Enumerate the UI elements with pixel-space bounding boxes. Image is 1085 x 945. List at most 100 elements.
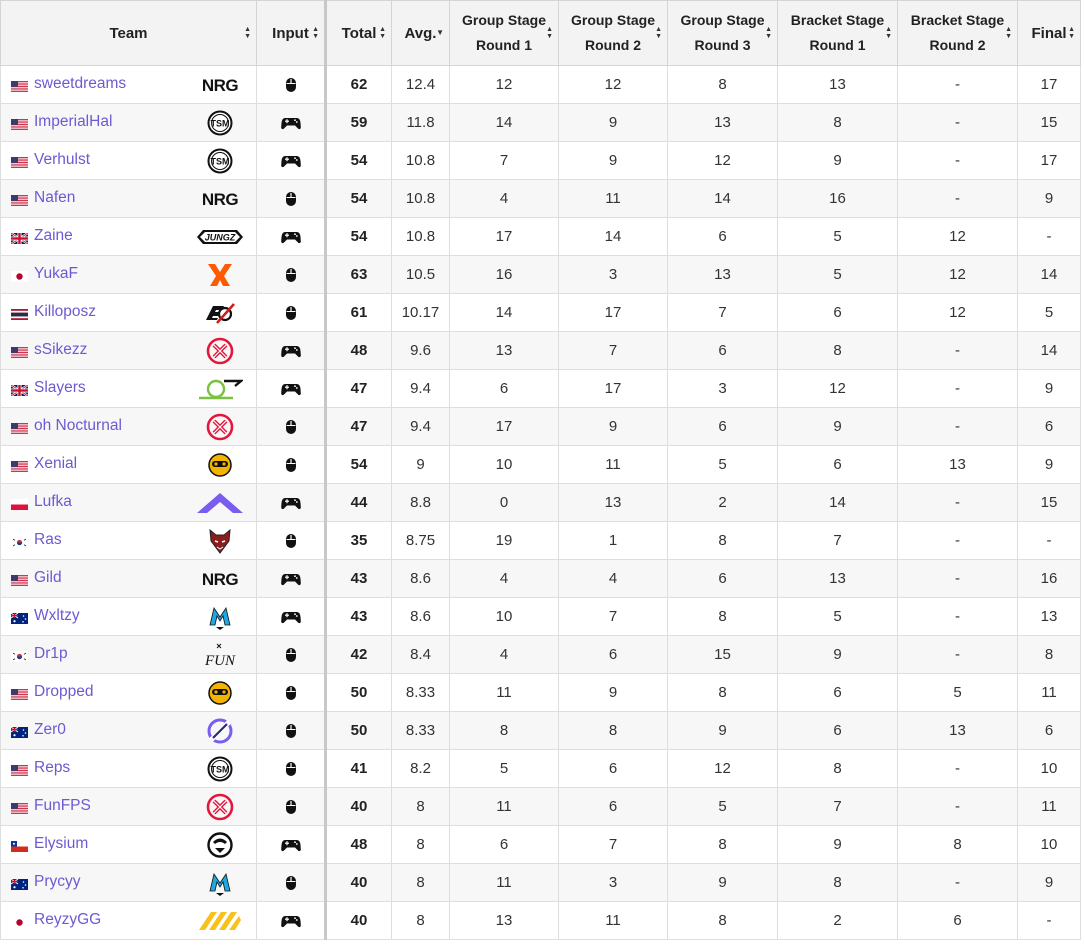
tsm-logo[interactable]: TSM: [194, 148, 246, 174]
fnatic-logo[interactable]: [194, 262, 246, 288]
column-header-gs3[interactable]: Group Stage Round 3 ▲ ▼: [667, 0, 778, 66]
xset-logo[interactable]: [194, 337, 246, 364]
column-header-bs2[interactable]: Bracket Stage Round 2 ▲ ▼: [897, 0, 1018, 66]
tsm-logo[interactable]: TSM: [194, 756, 246, 782]
sort-icon[interactable]: ▲ ▼: [312, 26, 319, 40]
player-link[interactable]: oh Nocturnal: [34, 418, 122, 435]
gs1-cell: 6: [449, 825, 559, 864]
bs1-cell: 8: [777, 863, 898, 902]
sort-desc-icon[interactable]: ▼: [436, 29, 444, 37]
sort-icon[interactable]: ▲ ▼: [885, 26, 892, 40]
sort-icon[interactable]: ▲ ▼: [765, 26, 772, 40]
xset-logo[interactable]: [194, 413, 246, 440]
player-link[interactable]: Gild: [34, 570, 62, 587]
player-link[interactable]: ReyzyGG: [34, 912, 101, 929]
total-cell: 54: [325, 445, 392, 484]
ignis-logo[interactable]: [194, 908, 246, 934]
svg-text:NRG: NRG: [202, 76, 239, 95]
player-link[interactable]: Dropped: [34, 684, 93, 701]
input-cell: [256, 521, 327, 560]
player-link[interactable]: Lufka: [34, 494, 72, 511]
column-header-avg[interactable]: Avg. ▼: [391, 0, 450, 66]
table-row: Slayers 47 9.4 6 17 3 12-9: [0, 369, 1081, 408]
column-header-final[interactable]: Final ▲ ▼: [1017, 0, 1081, 66]
player-link[interactable]: sweetdreams: [34, 76, 126, 93]
alliance-logo[interactable]: [194, 490, 246, 516]
bs1-cell: 2: [777, 901, 898, 940]
column-header-gs1[interactable]: Group Stage Round 1 ▲ ▼: [449, 0, 559, 66]
sort-icon[interactable]: ▲ ▼: [1005, 26, 1012, 40]
mindfreak-logo[interactable]: [194, 604, 246, 630]
player-link[interactable]: Slayers: [34, 380, 86, 397]
player-link[interactable]: ImperialHal: [34, 114, 112, 131]
nrg-logo[interactable]: NRG: [194, 186, 246, 212]
spacestation-logo[interactable]: [194, 452, 246, 478]
nrg-logo[interactable]: NRG: [194, 566, 246, 592]
player-link[interactable]: sSikezz: [34, 342, 87, 359]
bs2-cell: 12: [897, 293, 1018, 332]
player-link[interactable]: Verhulst: [34, 152, 90, 169]
sort-icon[interactable]: ▲ ▼: [655, 26, 662, 40]
player-link[interactable]: YukaF: [34, 266, 78, 283]
player-link[interactable]: Zaine: [34, 228, 73, 245]
fun-logo[interactable]: FUN: [194, 642, 246, 668]
gs2-cell: 9: [558, 673, 668, 712]
team-cell: ImperialHal TSM: [0, 103, 257, 142]
final-cell: 6: [1017, 711, 1081, 750]
exo-logo[interactable]: [194, 300, 246, 326]
player-link[interactable]: Elysium: [34, 836, 88, 853]
column-header-bs1[interactable]: Bracket Stage Round 1 ▲ ▼: [777, 0, 898, 66]
gs2-cell: 7: [558, 597, 668, 636]
bs2-cell: -: [897, 369, 1018, 408]
gs1-cell: 14: [449, 103, 559, 142]
gs3-cell: 6: [667, 559, 778, 598]
player-link[interactable]: Nafen: [34, 190, 75, 207]
column-header-total[interactable]: Total ▲ ▼: [325, 0, 392, 66]
flag-us-icon: [11, 687, 28, 701]
player-link[interactable]: Reps: [34, 760, 70, 777]
spacestation-logo[interactable]: [194, 680, 246, 706]
player-link[interactable]: Wxltzy: [34, 608, 80, 625]
sort-icon[interactable]: ▲ ▼: [546, 26, 553, 40]
nrg-logo[interactable]: NRG: [194, 72, 246, 98]
player-link[interactable]: Dr1p: [34, 646, 68, 663]
xset-logo[interactable]: [194, 793, 246, 820]
flag-gb-icon: [10, 231, 29, 245]
input-cell: [256, 863, 327, 902]
bs2-cell: -: [897, 559, 1018, 598]
team-cell: YukaF: [0, 255, 257, 294]
wolf-logo[interactable]: [194, 528, 246, 554]
team-cell: Dr1p FUN: [0, 635, 257, 674]
mindfreak-logo[interactable]: [194, 870, 246, 896]
input-cell: [256, 711, 327, 750]
column-header-team[interactable]: Team ▲ ▼: [0, 0, 257, 66]
player-link[interactable]: Zer0: [34, 722, 66, 739]
input-cell: [256, 597, 327, 636]
column-header-input[interactable]: Input ▲ ▼: [256, 0, 327, 66]
sort-icon[interactable]: ▲ ▼: [379, 26, 386, 40]
shadow-logo[interactable]: [194, 831, 246, 858]
total-cell: 40: [325, 901, 392, 940]
gs3-cell: 6: [667, 217, 778, 256]
column-header-label: Total: [341, 24, 377, 42]
tsm-logo[interactable]: TSM: [194, 110, 246, 136]
sort-icon[interactable]: ▲ ▼: [244, 26, 251, 40]
column-header-gs2[interactable]: Group Stage Round 2 ▲ ▼: [558, 0, 668, 66]
player-link[interactable]: Prycyy: [34, 874, 81, 891]
sort-icon[interactable]: ▲ ▼: [1068, 26, 1075, 40]
gs1-cell: 4: [449, 635, 559, 674]
player-link[interactable]: FunFPS: [34, 798, 91, 815]
player-link[interactable]: Ras: [34, 532, 62, 549]
ring-logo[interactable]: [194, 718, 246, 744]
optic-logo[interactable]: [194, 376, 246, 402]
final-cell: -: [1017, 521, 1081, 560]
avg-cell: 8.4: [391, 635, 450, 674]
controller-icon: [280, 570, 301, 587]
player-link[interactable]: Xenial: [34, 456, 77, 473]
jungz-logo[interactable]: JUNGZ: [194, 224, 246, 250]
player-link[interactable]: Killoposz: [34, 304, 96, 321]
gs2-cell: 11: [558, 901, 668, 940]
flag-us-icon: [11, 79, 28, 93]
avg-cell: 10.5: [391, 255, 450, 294]
flag-us-icon: [11, 117, 28, 131]
